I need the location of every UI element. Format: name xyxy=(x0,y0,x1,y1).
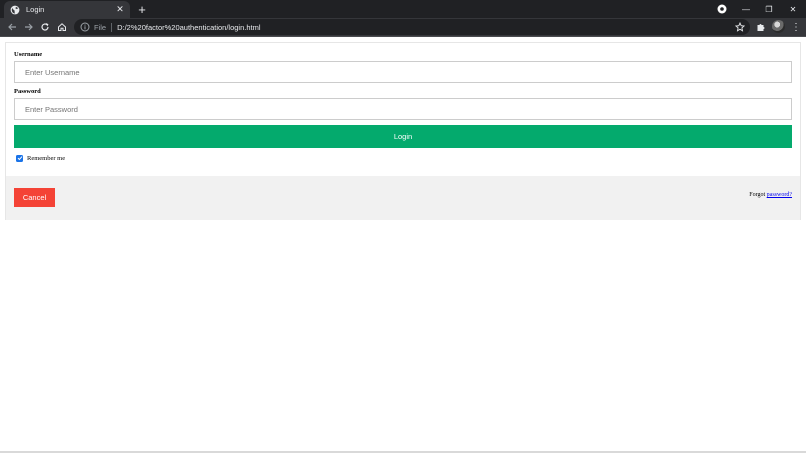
page-content: Username Password Login Remember me Canc… xyxy=(0,37,806,453)
back-arrow-icon[interactable] xyxy=(4,19,20,35)
cancel-button[interactable]: Cancel xyxy=(14,188,55,207)
reload-icon[interactable] xyxy=(37,19,53,35)
remember-me-label: Remember me xyxy=(27,154,66,162)
close-window-button[interactable]: ✕ xyxy=(782,0,804,18)
minimize-button[interactable]: — xyxy=(735,0,757,18)
password-input[interactable] xyxy=(14,98,792,120)
password-label: Password xyxy=(14,88,41,95)
address-divider xyxy=(111,22,113,32)
new-tab-button[interactable]: + xyxy=(134,1,150,17)
form-container: Username Password Login Remember me xyxy=(14,51,792,163)
globe-icon xyxy=(10,5,20,15)
browser-menu-icon[interactable]: ⋮ xyxy=(790,20,802,34)
forgot-password-link[interactable]: password? xyxy=(767,192,792,198)
media-control-icon[interactable] xyxy=(717,4,727,14)
forgot-password-text: Forgot password? xyxy=(749,192,792,198)
remember-me-row: Remember me xyxy=(14,153,792,163)
tab-login[interactable]: Login ✕ xyxy=(4,1,130,18)
close-tab-icon[interactable]: ✕ xyxy=(114,4,126,16)
username-input[interactable] xyxy=(14,61,792,83)
forgot-prefix: Forgot xyxy=(749,192,767,198)
tab-title: Login xyxy=(26,5,45,14)
login-form: Username Password Login Remember me Canc… xyxy=(5,42,801,220)
username-label: Username xyxy=(14,51,43,58)
url-text[interactable]: D:/2%20factor%20authentication/login.htm… xyxy=(117,23,260,32)
forward-arrow-icon[interactable] xyxy=(21,19,37,35)
bookmark-star-icon[interactable] xyxy=(735,22,745,32)
info-icon[interactable] xyxy=(80,22,90,32)
remember-me-checkbox[interactable] xyxy=(16,154,23,162)
login-button[interactable]: Login xyxy=(14,125,792,148)
browser-tab-strip: Login ✕ + — ❐ ✕ xyxy=(0,0,806,18)
restore-button[interactable]: ❐ xyxy=(758,0,780,18)
scheme-label: File xyxy=(94,22,107,32)
checkmark-icon xyxy=(17,156,22,161)
browser-toolbar: File D:/2%20factor%20authentication/logi… xyxy=(0,18,806,37)
profile-avatar-icon[interactable] xyxy=(772,20,785,33)
form-footer: Cancel Forgot password? xyxy=(6,176,800,220)
home-icon[interactable] xyxy=(54,19,70,35)
address-bar[interactable]: File D:/2%20factor%20authentication/logi… xyxy=(74,19,750,35)
extensions-puzzle-icon[interactable] xyxy=(754,20,768,34)
